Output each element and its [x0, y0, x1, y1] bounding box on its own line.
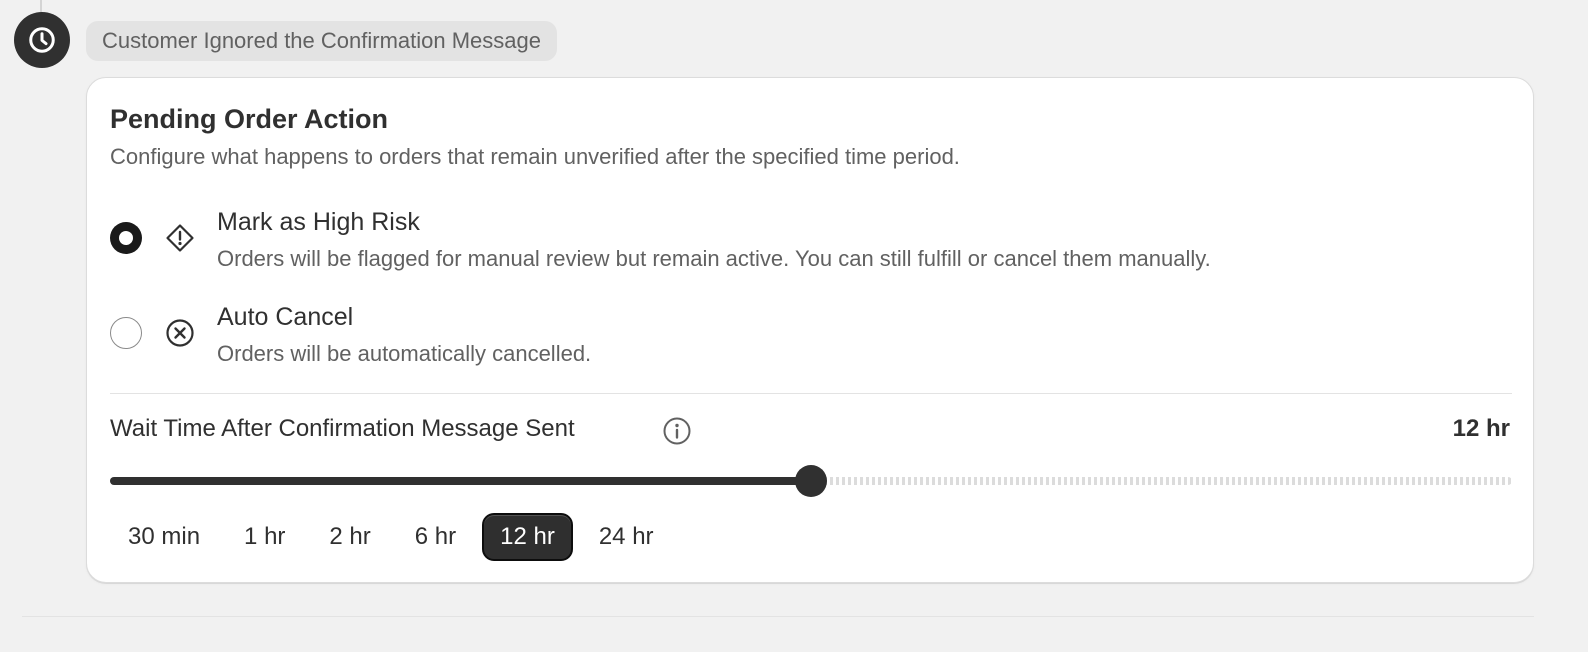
section-divider [110, 393, 1512, 394]
preset-12-hr[interactable]: 12 hr [482, 513, 573, 561]
bottom-divider [22, 616, 1534, 617]
wait-time-value: 12 hr [1452, 415, 1510, 442]
preset-2-hr[interactable]: 2 hr [311, 513, 388, 561]
slider-fill [110, 477, 811, 485]
radio-auto-cancel[interactable] [110, 317, 142, 349]
option-description: Orders will be flagged for manual review… [217, 246, 1211, 271]
preset-24-hr[interactable]: 24 hr [581, 513, 672, 561]
slider-thumb[interactable] [795, 465, 827, 497]
preset-6-hr[interactable]: 6 hr [397, 513, 474, 561]
preset-30-min[interactable]: 30 min [110, 513, 218, 561]
option-mark-high-risk[interactable]: Mark as High Risk Orders will be flagged… [110, 206, 1510, 276]
option-label: Auto Cancel [217, 303, 354, 331]
event-badge: Customer Ignored the Confirmation Messag… [86, 21, 557, 61]
x-circle-icon [166, 319, 194, 347]
wait-time-label: Wait Time After Confirmation Message Sen… [110, 415, 575, 442]
option-label: Mark as High Risk [217, 208, 420, 236]
clock-icon [29, 27, 55, 53]
card-title: Pending Order Action [110, 104, 389, 134]
alert-diamond-icon [166, 224, 194, 252]
option-description: Orders will be automatically cancelled. [217, 341, 592, 366]
wait-time-presets: 30 min 1 hr 2 hr 6 hr 12 hr 24 hr [110, 513, 672, 561]
card-description: Configure what happens to orders that re… [110, 144, 960, 169]
preset-1-hr[interactable]: 1 hr [226, 513, 303, 561]
radio-mark-high-risk[interactable] [110, 222, 142, 254]
pending-order-action-card: Pending Order Action Configure what happ… [86, 77, 1534, 583]
timeline-node [14, 12, 70, 68]
option-auto-cancel[interactable]: Auto Cancel Orders will be automatically… [110, 301, 1510, 371]
info-icon[interactable] [661, 415, 693, 447]
wait-time-slider[interactable] [110, 463, 1512, 499]
pending-order-settings: Customer Ignored the Confirmation Messag… [0, 0, 1588, 652]
